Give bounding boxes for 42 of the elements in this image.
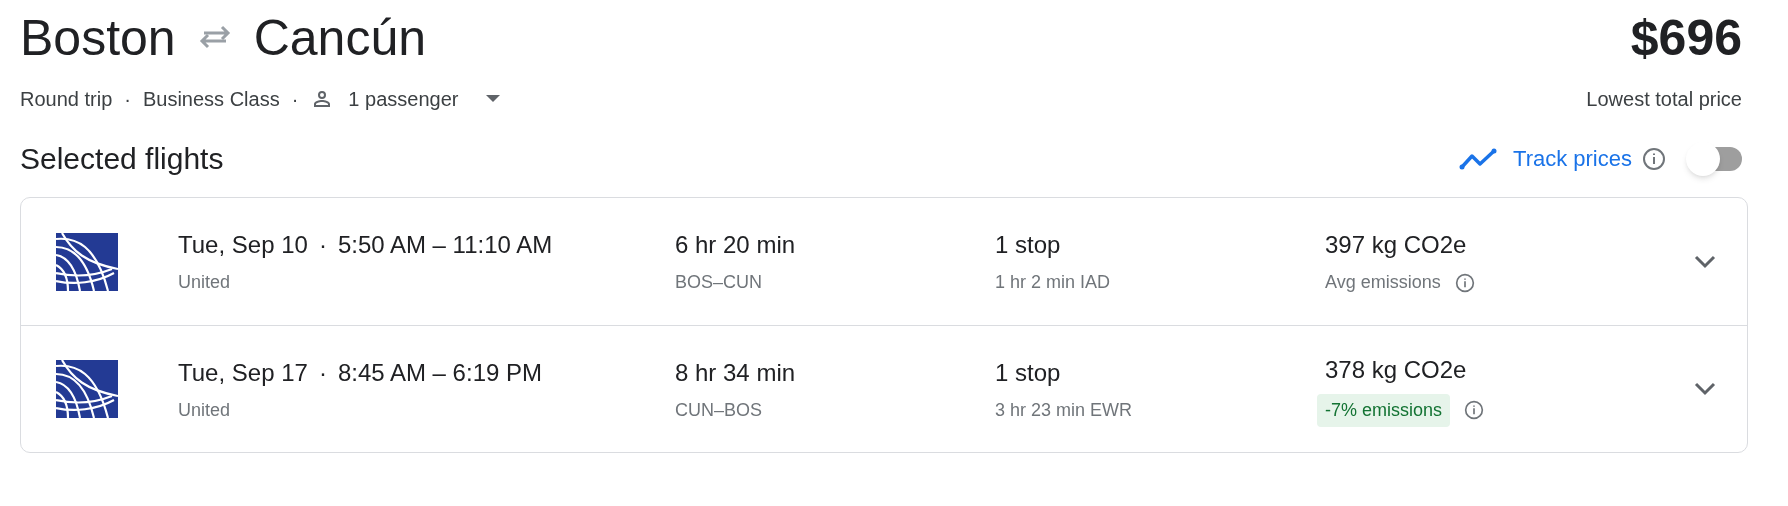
emissions-badge: -7% emissions [1317, 393, 1451, 427]
stop-count: 1 stop [995, 230, 1062, 260]
airline-name: United [178, 398, 232, 422]
layover-info: 1 hr 2 min IAD [995, 271, 1112, 294]
separator: · [124, 87, 131, 112]
airline-logo [56, 360, 118, 418]
flight-date: Tue, Sep 17 [178, 357, 308, 388]
section-title: Selected flights [20, 141, 224, 177]
price-label: Lowest total price [1586, 87, 1742, 112]
info-icon [1642, 146, 1666, 171]
track-prices-link[interactable]: Track prices [1513, 142, 1632, 175]
stop-count: 1 stop [995, 357, 1062, 388]
flight-route: CUN–BOS [675, 398, 764, 422]
chevron-down-icon [1694, 254, 1716, 269]
info-icon [1464, 400, 1485, 420]
separator: · [291, 87, 299, 112]
origin-city: Boston [20, 8, 176, 68]
trend-line-icon [1459, 147, 1497, 170]
info-icon [1454, 272, 1475, 293]
flight-duration: 6 hr 20 min [675, 230, 797, 260]
trip-type[interactable]: Round trip [20, 84, 113, 114]
passengers-dropdown[interactable]: 1 passenger [310, 84, 501, 114]
flight-duration: 8 hr 34 min [675, 357, 797, 388]
chevron-down-icon [1694, 382, 1716, 396]
total-price: $696 [1630, 9, 1742, 68]
emissions-amount: 378 kg CO2e [1325, 354, 1468, 385]
emissions-amount: 397 kg CO2e [1325, 230, 1468, 260]
airline-name: United [178, 271, 232, 294]
emissions-note: Avg emissions [1325, 271, 1441, 294]
toggle-switch[interactable] [1686, 141, 1742, 176]
flight-route: BOS–CUN [675, 271, 764, 294]
flight-date: Tue, Sep 10 [178, 230, 308, 260]
swap-arrows-icon [197, 25, 232, 51]
dropdown-caret-icon [486, 95, 501, 103]
airline-logo [56, 232, 118, 291]
layover-info: 3 hr 23 min EWR [995, 398, 1134, 422]
cabin-class[interactable]: Business Class [142, 84, 280, 114]
destination-city: Cancún [253, 8, 426, 68]
flight-times: 5:50 AM – 11:10 AM [337, 230, 553, 260]
flight-times: 8:45 AM – 6:19 PM [337, 357, 542, 388]
separator: · [318, 357, 327, 388]
separator: · [318, 230, 327, 260]
